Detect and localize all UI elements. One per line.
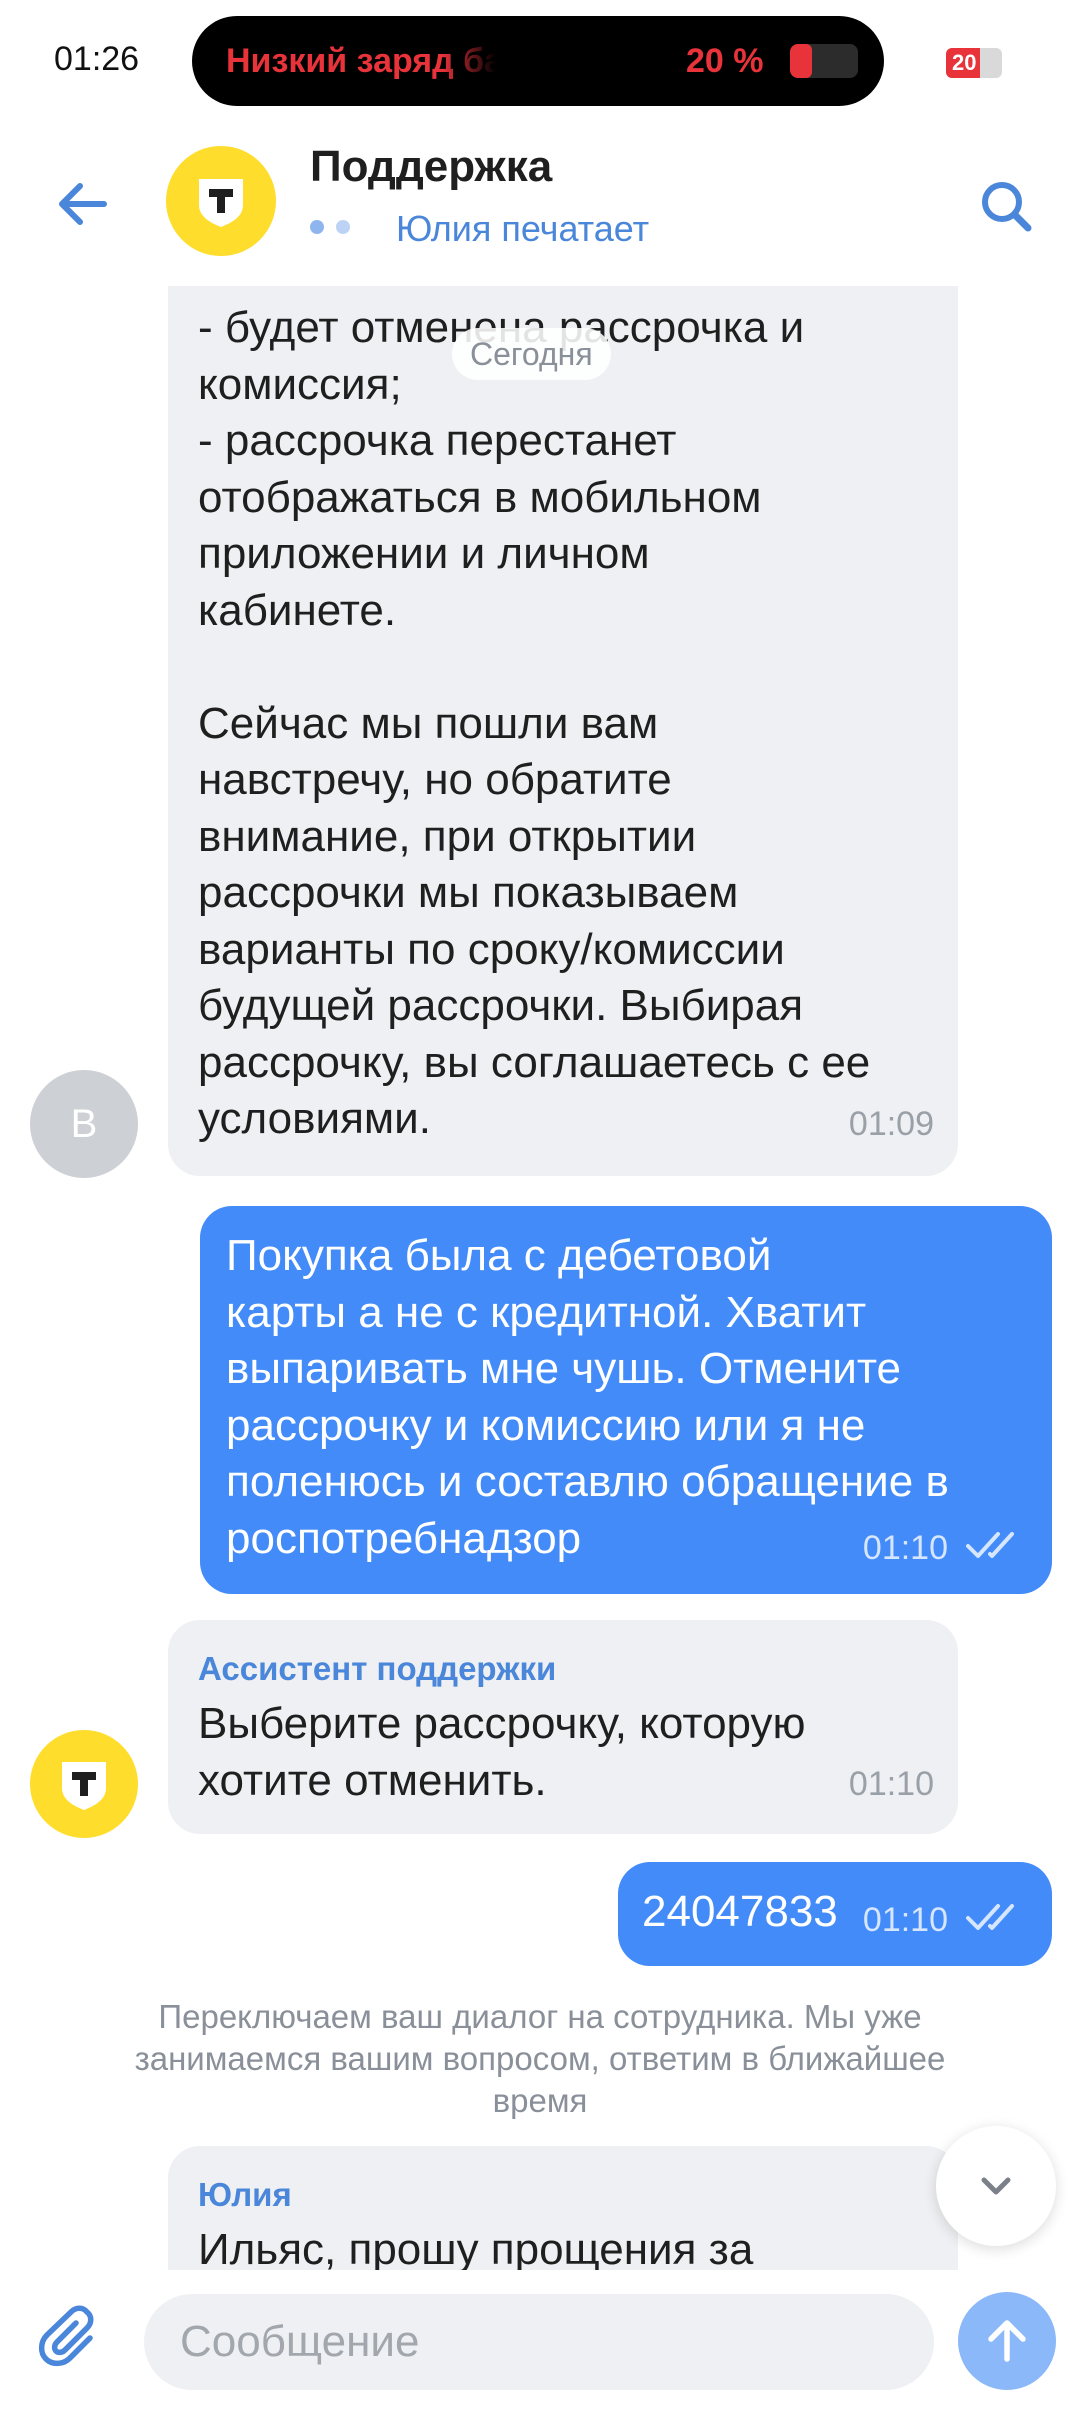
message-text: Выберите рассрочку, которую хотите отмен… [198, 1699, 806, 1805]
incoming-message[interactable]: - будет отменена рассрочка и комиссия; -… [168, 286, 958, 1176]
system-message: Переключаем ваш диалог на сотрудника. Мы… [134, 1998, 946, 2119]
send-button[interactable] [958, 2292, 1056, 2390]
paperclip-icon [38, 2305, 94, 2367]
battery-icon [790, 44, 858, 78]
message-text: Покупка была с дебетовой карты а не с кр… [226, 1231, 949, 1563]
incoming-message[interactable]: Ассистент поддержки Выберите рассрочку, … [168, 1620, 958, 1834]
message-time: 01:10 [862, 1901, 948, 1939]
message-time: 01:10 [848, 1765, 934, 1803]
arrow-left-icon [59, 183, 107, 225]
double-check-icon [966, 1532, 1014, 1558]
sender-name: Юлия [198, 2176, 292, 2213]
typing-status: Юлия печатает [396, 208, 650, 249]
arrow-up-icon [988, 2320, 1026, 2362]
message-text: 24047833 [642, 1887, 838, 1936]
sender-avatar: В [30, 1070, 138, 1178]
low-battery-notification[interactable]: Низкий заряд батареи 20 % [192, 16, 884, 106]
outgoing-message[interactable]: 24047833 01:10 [618, 1862, 1052, 1966]
outgoing-message[interactable]: Покупка была с дебетовой карты а не с кр… [200, 1206, 1052, 1594]
assistant-avatar [30, 1730, 138, 1838]
low-battery-text: Низкий заряд батареи [226, 42, 496, 80]
message-time: 01:09 [848, 1105, 934, 1143]
status-time: 01:26 [54, 40, 140, 78]
battery-percent: 20 % [686, 42, 764, 80]
date-separator: Сегодня [452, 328, 611, 380]
search-button[interactable] [968, 168, 1048, 248]
bank-logo-icon [199, 179, 243, 227]
search-icon [982, 182, 1032, 232]
typing-indicator [310, 220, 356, 234]
chevron-down-icon [981, 2177, 1011, 2195]
bank-logo-icon [62, 1762, 106, 1810]
sender-name: Ассистент поддержки [198, 1650, 557, 1687]
back-button[interactable] [48, 168, 120, 240]
message-text: - будет отменена рассрочка и комиссия; -… [198, 303, 871, 1143]
chat-avatar[interactable] [166, 146, 276, 256]
scroll-down-button[interactable] [936, 2126, 1056, 2246]
chat-title[interactable]: Поддержка [310, 142, 552, 192]
status-battery-level: 20 [952, 50, 977, 75]
attach-button[interactable] [36, 2304, 112, 2380]
message-time: 01:10 [862, 1529, 948, 1567]
double-check-icon [966, 1904, 1014, 1930]
battery-fill [790, 44, 812, 78]
status-battery-icon: 20 [946, 48, 1002, 78]
message-input[interactable] [144, 2294, 934, 2390]
